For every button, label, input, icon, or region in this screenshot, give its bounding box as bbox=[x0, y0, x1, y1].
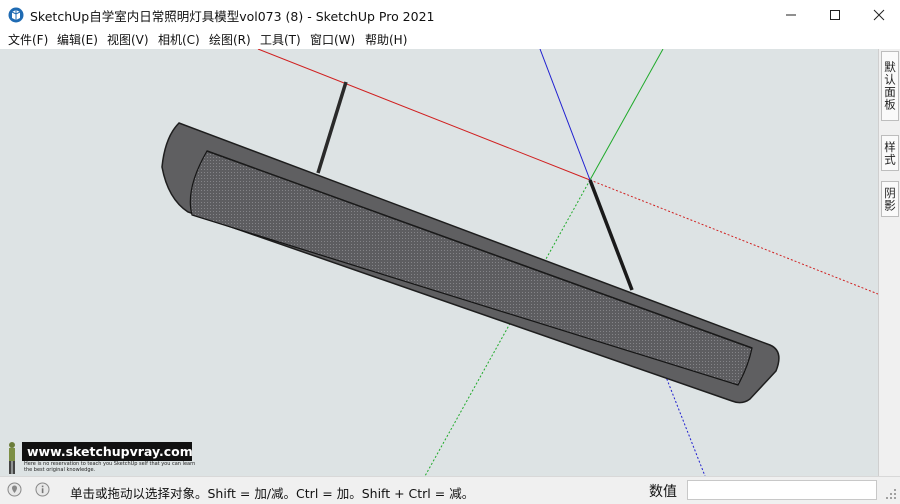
tray-tab-shadows[interactable]: 阴影 bbox=[881, 181, 899, 217]
red-axis bbox=[257, 49, 591, 181]
default-tray: 默认面板 样式 阴影 bbox=[878, 49, 900, 476]
blue-axis bbox=[539, 49, 591, 181]
status-bar: 单击或拖动以选择对象。Shift = 加/减。Ctrl = 加。Shift + … bbox=[0, 476, 900, 504]
suspension-rod-left bbox=[316, 81, 348, 174]
window-title: SketchUp自学室内日常照明灯具模型vol073 (8) - SketchU… bbox=[30, 9, 435, 24]
title-bar: SketchUp自学室内日常照明灯具模型vol073 (8) - SketchU… bbox=[0, 0, 900, 29]
menu-view[interactable]: 视图(V) bbox=[107, 31, 149, 48]
scene-canvas[interactable] bbox=[0, 49, 878, 476]
measurements-label: 数值 bbox=[649, 484, 677, 500]
close-button[interactable] bbox=[856, 0, 900, 29]
watermark: www.sketchupvray.com Here is no reservat… bbox=[0, 441, 200, 475]
geo-location-icon[interactable] bbox=[7, 482, 22, 497]
menu-camera[interactable]: 相机(C) bbox=[158, 31, 200, 48]
watermark-site: www.sketchupvray.com bbox=[22, 442, 193, 461]
model-viewport[interactable] bbox=[0, 49, 878, 476]
green-axis bbox=[589, 49, 664, 181]
light-fixture-model[interactable] bbox=[161, 122, 780, 404]
resize-grip-icon[interactable] bbox=[884, 487, 898, 501]
tray-tab-styles[interactable]: 样式 bbox=[881, 135, 899, 171]
menu-file[interactable]: 文件(F) bbox=[8, 31, 48, 48]
menu-help[interactable]: 帮助(H) bbox=[365, 31, 407, 48]
maximize-icon bbox=[830, 9, 840, 20]
menu-tools[interactable]: 工具(T) bbox=[260, 31, 301, 48]
maximize-button[interactable] bbox=[812, 0, 858, 29]
status-hint: 单击或拖动以选择对象。Shift = 加/减。Ctrl = 加。Shift + … bbox=[70, 486, 475, 501]
suspension-rod-right bbox=[588, 179, 634, 291]
menu-bar: 文件(F) 编辑(E) 视图(V) 相机(C) 绘图(R) 工具(T) 窗口(W… bbox=[0, 29, 900, 49]
person-figure-icon bbox=[9, 442, 15, 474]
menu-window[interactable]: 窗口(W) bbox=[310, 31, 355, 48]
info-icon[interactable] bbox=[35, 482, 50, 497]
tray-tab-default[interactable]: 默认面板 bbox=[881, 51, 899, 121]
close-icon bbox=[873, 9, 885, 20]
menu-edit[interactable]: 编辑(E) bbox=[57, 31, 98, 48]
minimize-icon bbox=[786, 14, 796, 15]
red-axis-hidden bbox=[589, 179, 878, 295]
watermark-tagline: Here is no reservation to teach you Sket… bbox=[24, 461, 196, 473]
menu-draw[interactable]: 绘图(R) bbox=[209, 31, 251, 48]
minimize-button[interactable] bbox=[768, 0, 814, 29]
measurements-input[interactable] bbox=[687, 480, 877, 500]
sketchup-app-icon bbox=[8, 7, 24, 23]
